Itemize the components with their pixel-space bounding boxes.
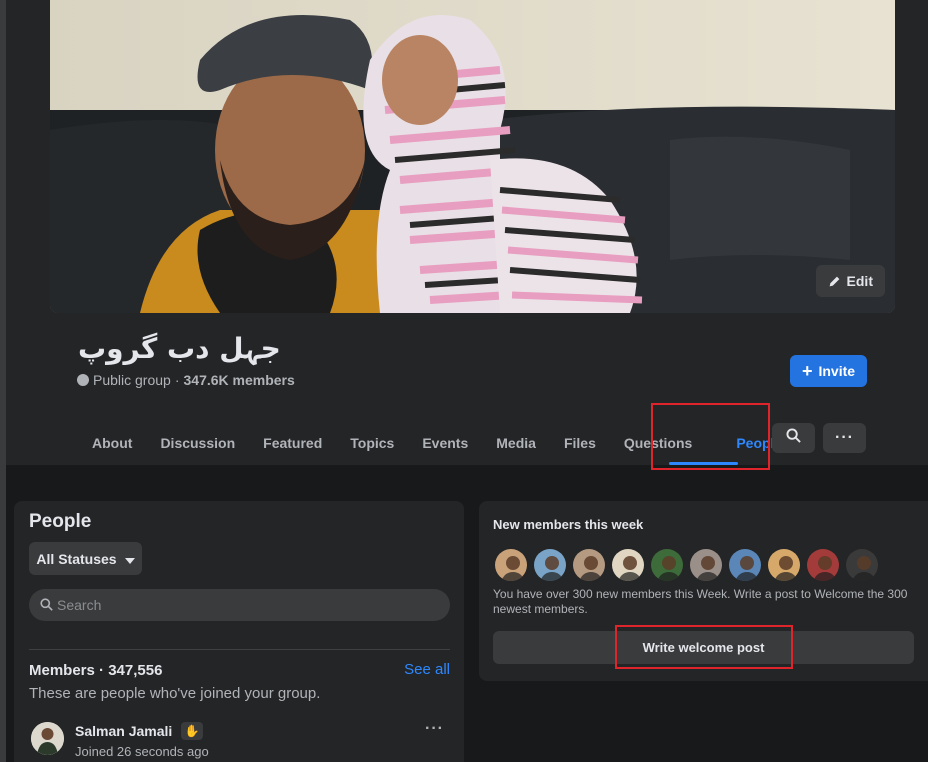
members-count-label: Members · 347,556 bbox=[29, 662, 163, 679]
group-title[interactable]: جہل دب گروپ bbox=[78, 332, 281, 365]
plus-icon: + bbox=[801, 361, 813, 381]
cover-image bbox=[50, 0, 895, 313]
new-member-avatar[interactable] bbox=[649, 547, 685, 583]
invite-button[interactable]: + Invite bbox=[790, 355, 867, 387]
search-icon bbox=[40, 598, 53, 611]
invite-label: Invite bbox=[818, 363, 856, 379]
new-member-avatar[interactable] bbox=[610, 547, 646, 583]
tab-media[interactable]: Media bbox=[482, 428, 550, 458]
new-member-avatar[interactable] bbox=[766, 547, 802, 583]
edit-label: Edit bbox=[846, 273, 873, 289]
pencil-icon bbox=[828, 275, 841, 288]
member-name[interactable]: Salman Jamali bbox=[75, 723, 172, 739]
people-card: People All Statuses Members · 347,556 Se… bbox=[14, 501, 464, 762]
tab-topics[interactable]: Topics bbox=[336, 428, 408, 458]
tab-about[interactable]: About bbox=[78, 428, 146, 458]
new-member-avatar[interactable] bbox=[844, 547, 880, 583]
wave-icon[interactable]: ✋ bbox=[181, 722, 203, 740]
new-members-avatars bbox=[493, 547, 880, 583]
people-title: People bbox=[29, 511, 92, 532]
more-options-button[interactable]: ··· bbox=[823, 423, 866, 453]
globe-icon bbox=[77, 374, 89, 386]
more-icon: ··· bbox=[835, 429, 854, 446]
member-joined-time: Joined 26 seconds ago bbox=[75, 744, 209, 759]
new-member-avatar[interactable] bbox=[805, 547, 841, 583]
members-description: These are people who've joined your grou… bbox=[29, 685, 321, 702]
member-more-icon[interactable]: ··· bbox=[425, 720, 444, 738]
new-members-description: You have over 300 new members this Week.… bbox=[493, 587, 908, 616]
new-member-avatar[interactable] bbox=[532, 547, 568, 583]
avatar[interactable] bbox=[31, 722, 64, 755]
left-edge bbox=[0, 0, 6, 762]
new-member-avatar[interactable] bbox=[727, 547, 763, 583]
tab-discussion[interactable]: Discussion bbox=[146, 428, 249, 458]
tab-featured[interactable]: Featured bbox=[249, 428, 336, 458]
new-members-title: New members this week bbox=[493, 517, 644, 532]
member-row[interactable]: Salman Jamali ✋ Joined 26 seconds ago ··… bbox=[29, 720, 450, 762]
divider bbox=[29, 649, 450, 650]
members-search-input[interactable] bbox=[29, 589, 450, 621]
status-filter-dropdown[interactable]: All Statuses bbox=[29, 542, 142, 575]
group-meta: Public group · 347.6K members bbox=[77, 372, 295, 388]
edit-cover-button[interactable]: Edit bbox=[815, 265, 885, 297]
new-member-avatar[interactable] bbox=[493, 547, 529, 583]
caret-down-icon bbox=[124, 551, 135, 567]
tab-files[interactable]: Files bbox=[550, 428, 610, 458]
group-member-count[interactable]: 347.6K members bbox=[184, 372, 295, 388]
new-member-avatar[interactable] bbox=[688, 547, 724, 583]
tab-events[interactable]: Events bbox=[408, 428, 482, 458]
search-icon bbox=[786, 428, 801, 448]
group-privacy: Public group bbox=[93, 372, 171, 388]
search-group-button[interactable] bbox=[772, 423, 815, 453]
see-all-link[interactable]: See all bbox=[404, 661, 450, 678]
new-member-avatar[interactable] bbox=[571, 547, 607, 583]
highlight-people-tab bbox=[651, 403, 770, 470]
status-filter-label: All Statuses bbox=[36, 550, 117, 567]
cover-photo: Edit bbox=[50, 0, 895, 313]
highlight-welcome-button bbox=[615, 625, 793, 669]
meta-separator: · bbox=[174, 372, 180, 388]
